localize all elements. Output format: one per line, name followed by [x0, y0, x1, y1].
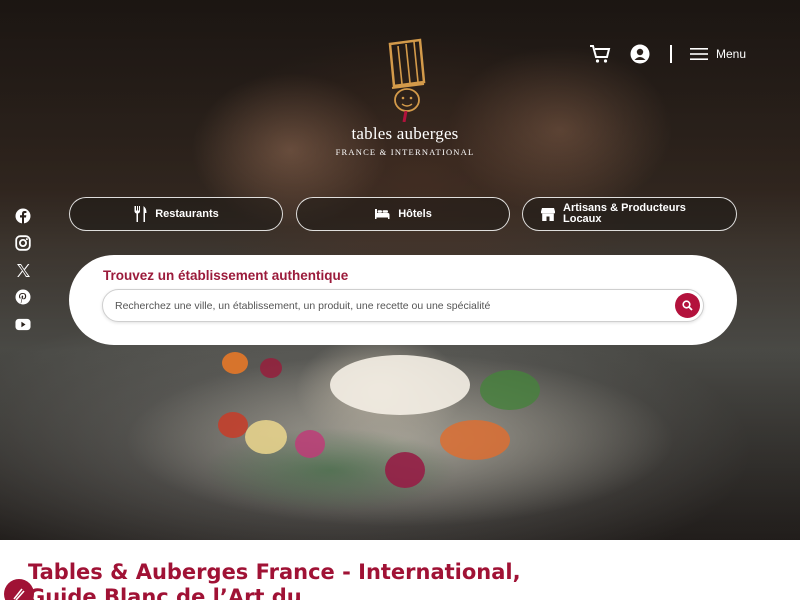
- chef-hat-logo-icon: [388, 38, 426, 122]
- bed-icon: [375, 209, 390, 219]
- cart-icon[interactable]: [588, 42, 612, 66]
- pinterest-icon[interactable]: [15, 289, 31, 305]
- menu-label: Menu: [715, 47, 746, 61]
- search-box: [102, 289, 704, 322]
- x-icon[interactable]: [15, 262, 31, 278]
- fork-knife-icon: [13, 588, 25, 600]
- instagram-icon[interactable]: [15, 235, 31, 251]
- category-hotels-button[interactable]: Hôtels: [296, 197, 510, 231]
- category-label: Restaurants: [155, 208, 219, 220]
- category-artisans-button[interactable]: Artisans & Producteurs Locaux: [522, 197, 737, 231]
- search-input[interactable]: [115, 290, 665, 321]
- brand-tagline: FRANCE & INTERNATIONAL: [335, 147, 475, 157]
- fork-knife-icon: [134, 206, 147, 222]
- facebook-icon[interactable]: [15, 208, 31, 224]
- category-label: Artisans & Producteurs Locaux: [563, 202, 686, 225]
- menu-button[interactable]: Menu: [689, 47, 746, 61]
- hamburger-icon: [689, 48, 708, 60]
- search-panel: Trouvez un établissement authentique: [69, 255, 737, 345]
- category-restaurants-button[interactable]: Restaurants: [69, 197, 283, 231]
- social-links: [15, 208, 31, 332]
- youtube-icon[interactable]: [15, 316, 31, 332]
- category-label: Hôtels: [398, 208, 432, 220]
- search-button[interactable]: [675, 293, 700, 318]
- header-actions: Menu: [588, 42, 746, 66]
- header-divider: [669, 45, 672, 63]
- search-icon: [682, 300, 693, 311]
- shop-icon: [541, 208, 555, 221]
- site-logo[interactable]: tables auberges FRANCE & INTERNATIONAL: [330, 38, 480, 157]
- brand-name: tables auberges: [351, 124, 459, 143]
- search-title: Trouvez un établissement authentique: [103, 268, 349, 283]
- page-heading: Tables & Auberges France - International…: [28, 560, 521, 600]
- user-icon[interactable]: [628, 42, 652, 66]
